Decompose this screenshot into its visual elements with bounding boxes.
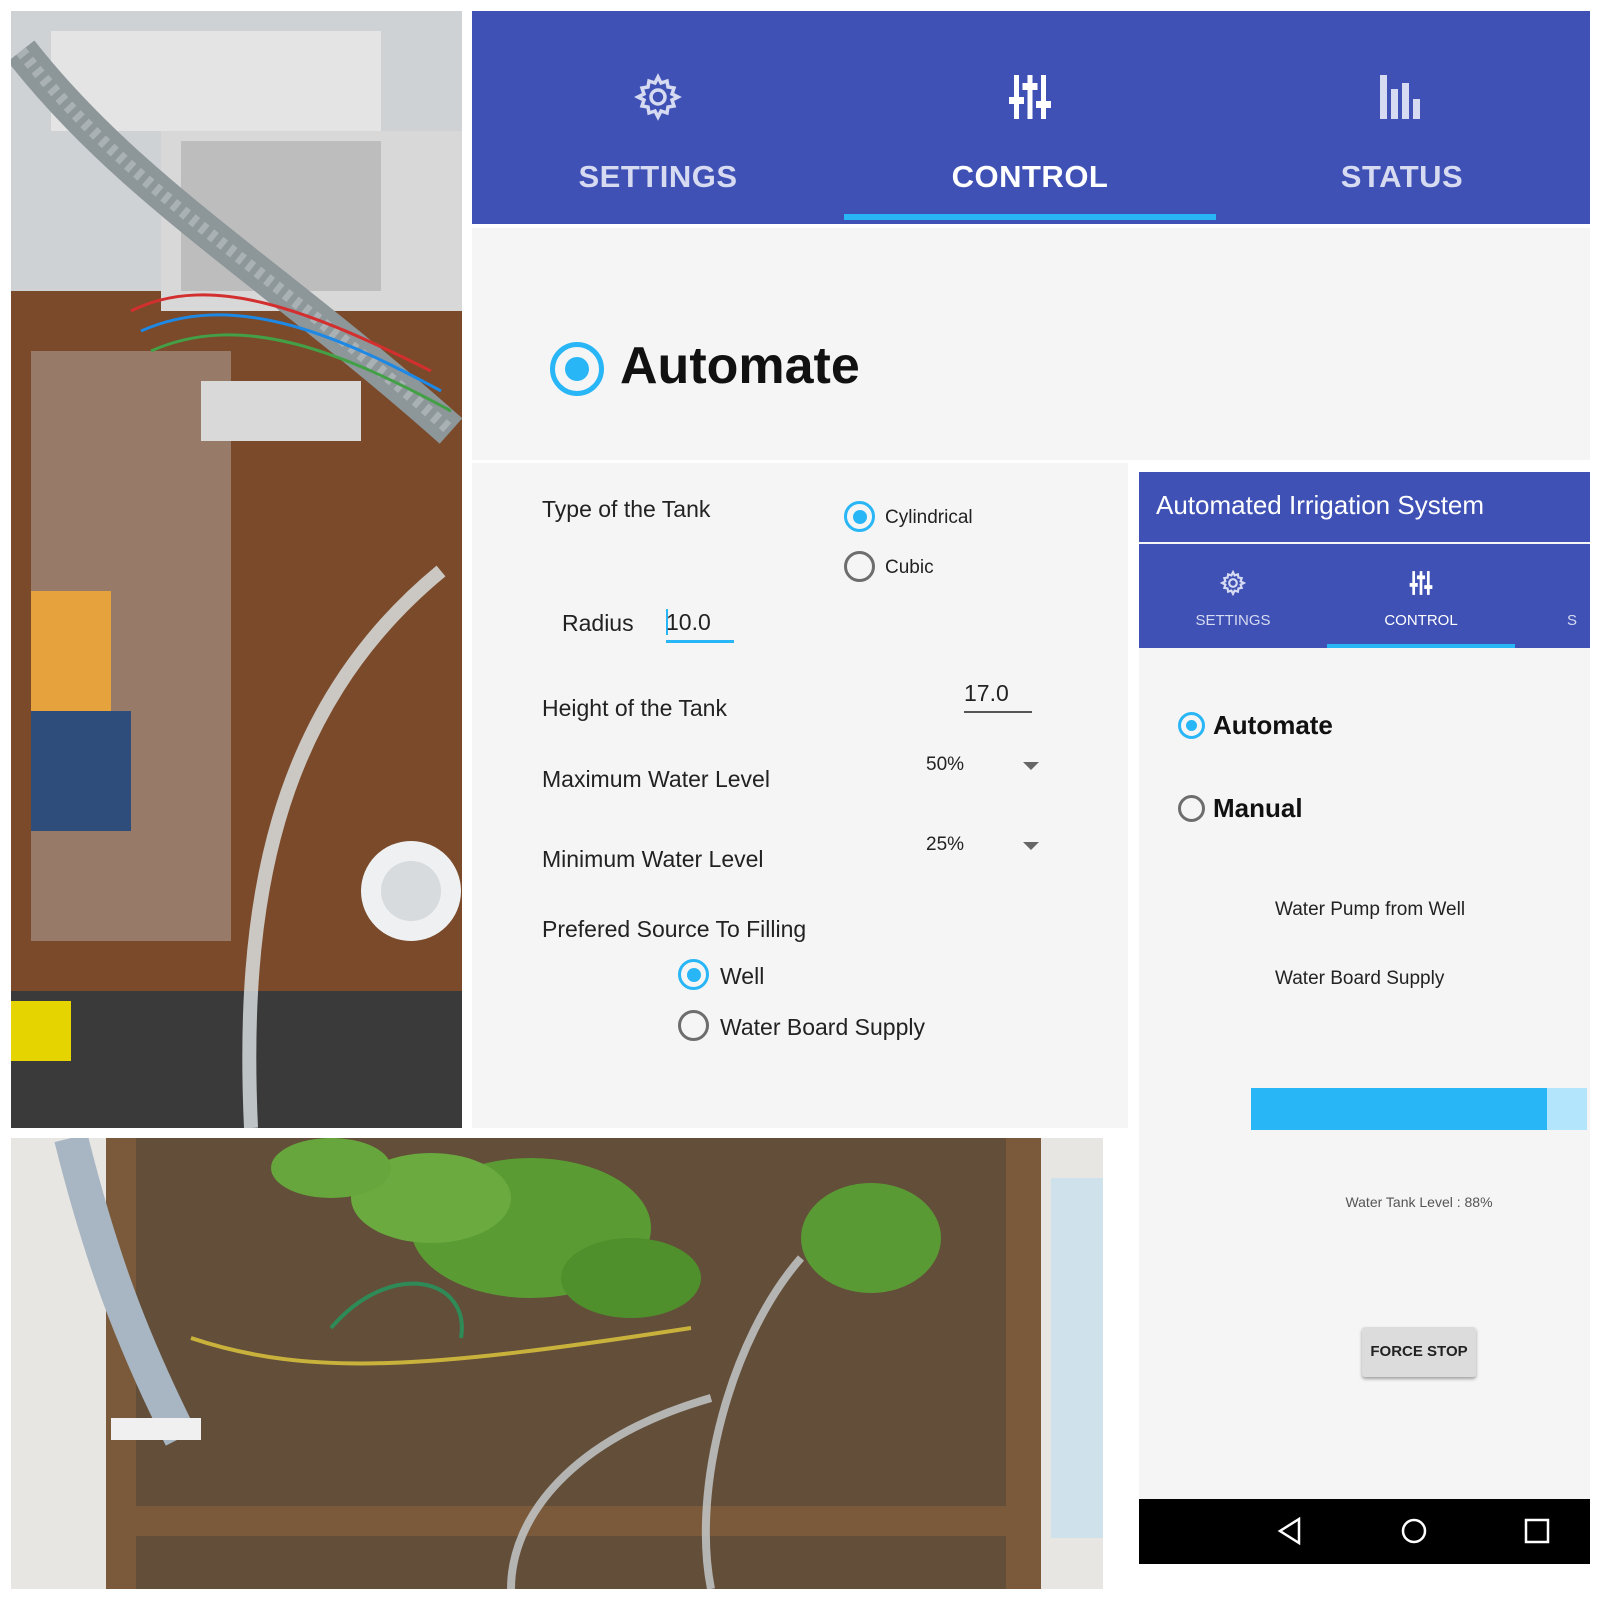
app-bar: Automated Irrigation System: [1139, 472, 1590, 542]
tab-settings-label: SETTINGS: [578, 159, 738, 194]
garden-bed-photo: [11, 1138, 1103, 1589]
water-board-radio[interactable]: [678, 1010, 709, 1041]
pump-well-label: Water Pump from Well: [1275, 899, 1466, 920]
phone-tab-settings[interactable]: SETTINGS: [1139, 544, 1327, 648]
active-tab-indicator: [844, 214, 1216, 220]
max-level-label: Maximum Water Level: [542, 766, 770, 792]
height-value: 17.0: [964, 680, 1009, 706]
sliders-icon: [844, 73, 1216, 135]
cylindrical-radio[interactable]: [844, 501, 875, 532]
top-tab-bar: SETTINGS CONTROL STATUS: [472, 11, 1590, 224]
active-tab-indicator: [1327, 644, 1515, 648]
min-level-value: 25%: [926, 834, 965, 855]
gear-icon: [472, 73, 844, 135]
cubic-radio[interactable]: [844, 551, 875, 582]
tab-status-label: STATUS: [1340, 159, 1464, 194]
max-level-value: 50%: [926, 754, 965, 775]
tab-settings[interactable]: SETTINGS: [472, 11, 844, 224]
automate-radio-large[interactable]: [550, 342, 604, 396]
tank-level-text: Water Tank Level : 88%: [1345, 1194, 1493, 1210]
min-level-label: Minimum Water Level: [542, 846, 764, 872]
android-nav-bar: [1139, 1499, 1590, 1564]
tank-type-label: Type of the Tank: [542, 496, 711, 522]
bar-chart-icon: [1216, 73, 1588, 135]
height-input[interactable]: 17.0: [964, 676, 1032, 716]
radius-input[interactable]: 10.0: [666, 603, 734, 643]
force-stop-button[interactable]: FORCE STOP: [1362, 1327, 1476, 1377]
tab-control[interactable]: CONTROL: [844, 11, 1216, 224]
home-icon[interactable]: [1400, 1517, 1428, 1545]
radius-label: Radius: [562, 610, 634, 636]
cylindrical-label: Cylindrical: [885, 507, 973, 528]
source-label: Prefered Source To Filling: [542, 916, 807, 942]
phone-tab-control[interactable]: CONTROL: [1327, 544, 1515, 648]
back-icon[interactable]: [1277, 1516, 1303, 1546]
phone-tab-status-label: S: [1567, 612, 1578, 629]
chevron-down-icon: [1023, 762, 1039, 770]
hardware-setup-photo: [11, 11, 462, 1128]
manual-radio[interactable]: [1178, 795, 1205, 822]
phone-tab-control-label: CONTROL: [1384, 612, 1458, 629]
automate-label-large: Automate: [620, 337, 860, 395]
height-label: Height of the Tank: [542, 695, 727, 721]
tank-level-bar: [1251, 1088, 1587, 1130]
automate-label: Automate: [1213, 710, 1333, 740]
gear-icon: [1139, 569, 1327, 598]
well-label: Well: [720, 963, 765, 989]
manual-label: Manual: [1213, 793, 1303, 823]
min-level-dropdown[interactable]: 25%: [922, 828, 1052, 864]
app-title: Automated Irrigation System: [1156, 490, 1485, 520]
phone-tab-status[interactable]: S: [1515, 544, 1600, 648]
automate-zoom-panel: Automate: [472, 228, 1590, 460]
water-board-label: Water Board Supply: [720, 1014, 925, 1040]
tank-level-fill: [1251, 1088, 1547, 1130]
chevron-down-icon: [1023, 842, 1039, 850]
phone-tab-bar: SETTINGS CONTROL S: [1139, 544, 1590, 648]
recents-icon[interactable]: [1524, 1518, 1550, 1544]
automate-radio[interactable]: [1178, 712, 1205, 739]
board-supply-label: Water Board Supply: [1275, 968, 1445, 989]
radius-value: 10.0: [666, 609, 711, 635]
max-level-dropdown[interactable]: 50%: [922, 748, 1052, 784]
phone-screen: Automated Irrigation System SETTINGS CON…: [1139, 472, 1590, 1564]
radius-underline: [666, 640, 734, 643]
cubic-label: Cubic: [885, 557, 934, 578]
settings-form: Type of the Tank Cylindrical Cubic Radiu…: [472, 463, 1128, 1128]
well-radio[interactable]: [678, 959, 709, 990]
sliders-icon: [1327, 570, 1515, 598]
phone-tab-settings-label: SETTINGS: [1195, 612, 1271, 629]
tab-control-label: CONTROL: [951, 159, 1109, 194]
height-underline: [964, 711, 1032, 713]
tab-status[interactable]: STATUS: [1216, 11, 1588, 224]
